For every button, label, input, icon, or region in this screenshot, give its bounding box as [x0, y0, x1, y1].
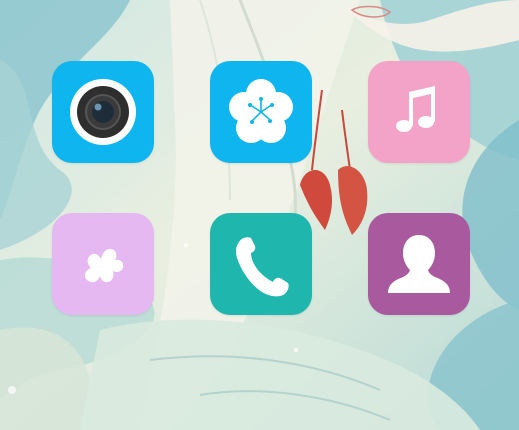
- contacts-app-icon[interactable]: [368, 213, 470, 315]
- phone-handset-icon: [235, 237, 289, 297]
- flower-icon: [229, 79, 293, 143]
- gallery-app-icon[interactable]: [210, 61, 312, 163]
- camera-icon: [70, 79, 136, 145]
- camera-app-icon[interactable]: [52, 61, 154, 163]
- music-note-icon: [396, 86, 435, 132]
- music-app-icon[interactable]: [368, 61, 470, 163]
- home-screen: [0, 0, 519, 430]
- games-app-icon[interactable]: [52, 213, 154, 315]
- puzzle-piece-icon: [84, 249, 124, 283]
- person-icon: [388, 235, 450, 293]
- phone-app-icon[interactable]: [210, 213, 312, 315]
